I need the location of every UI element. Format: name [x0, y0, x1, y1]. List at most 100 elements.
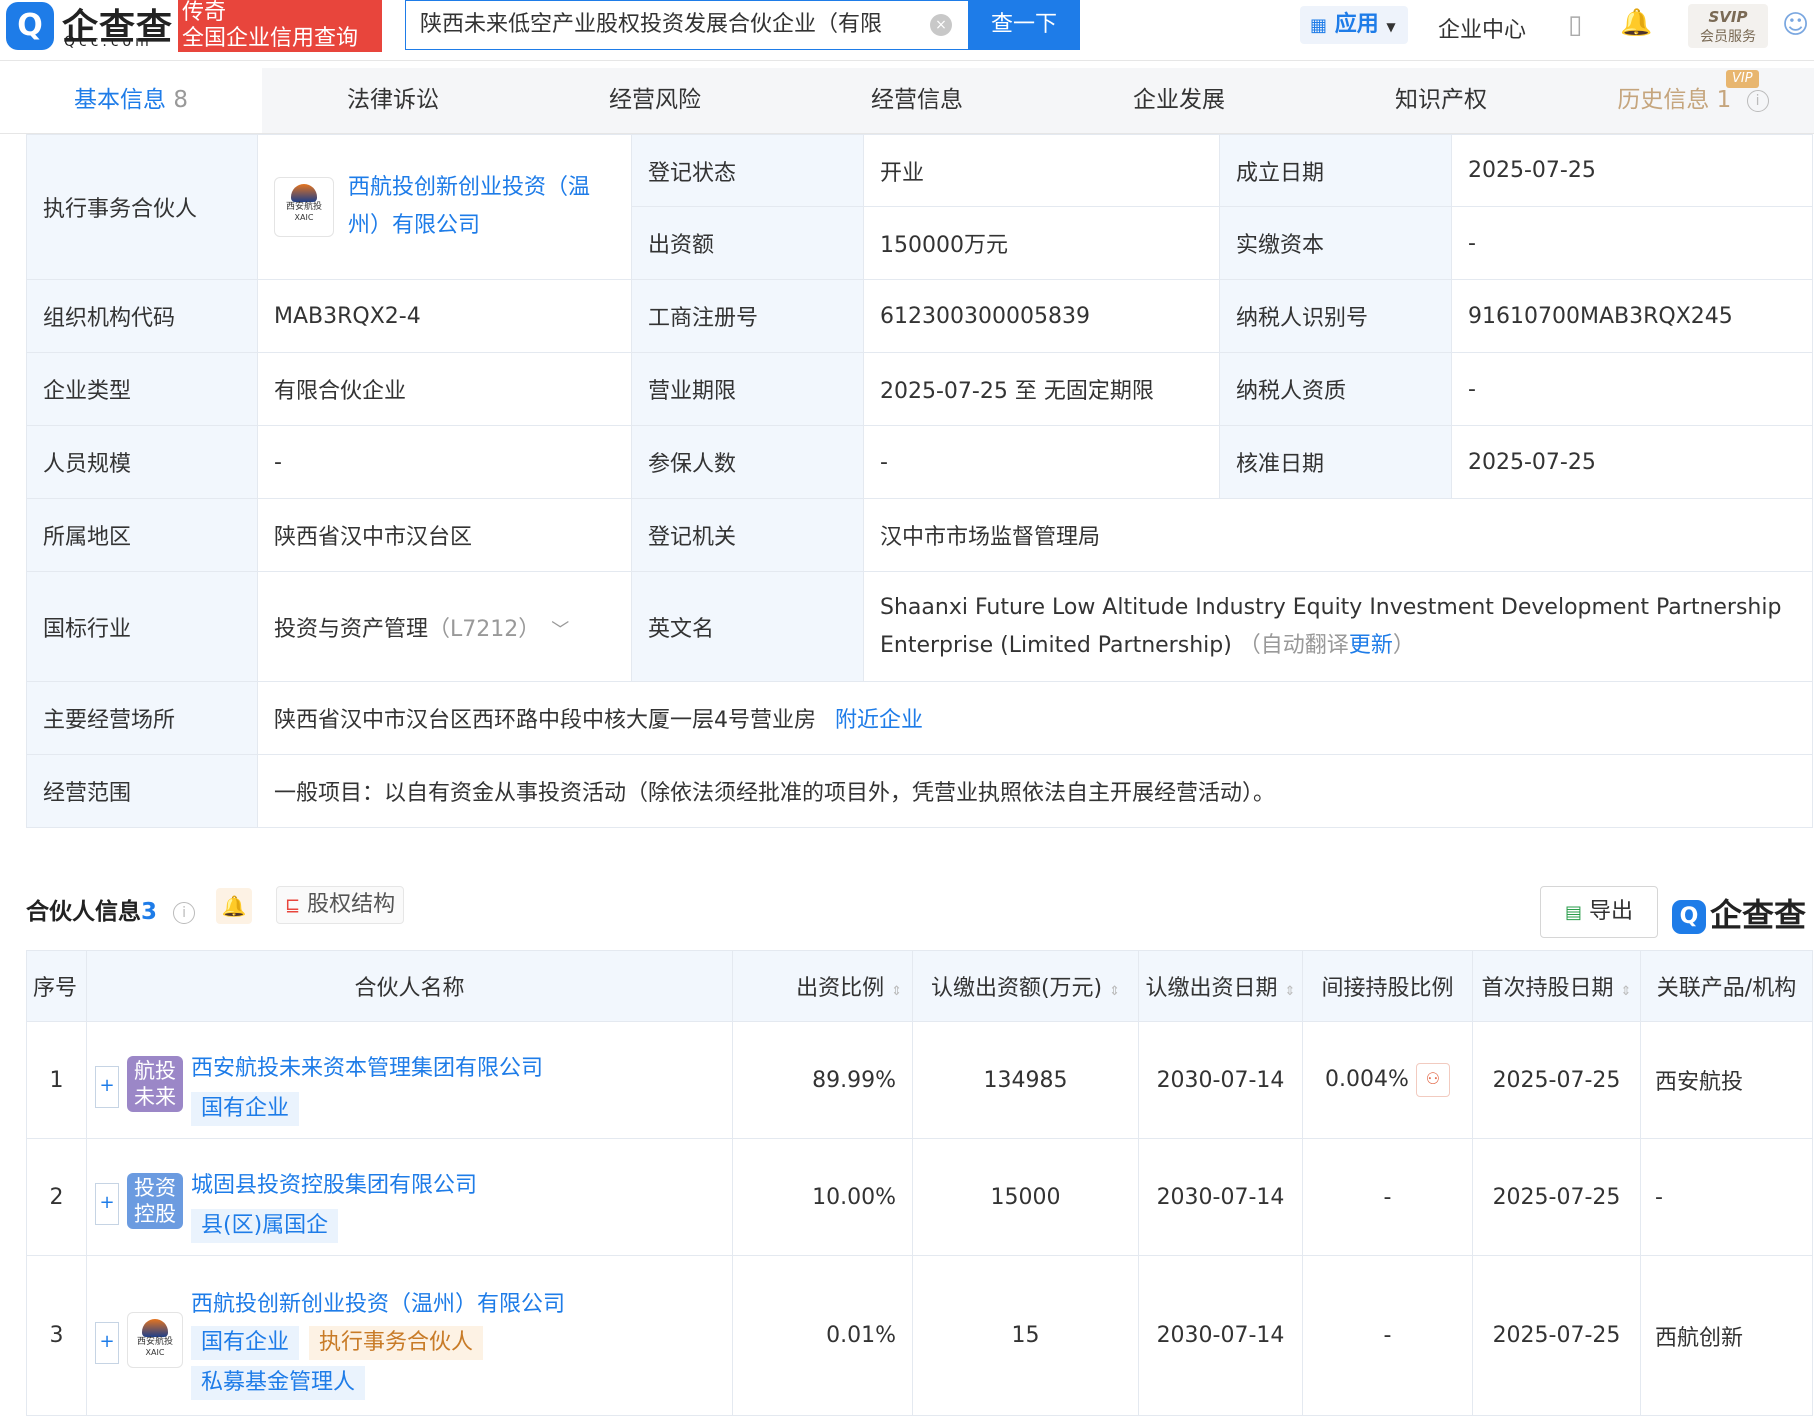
- svip-badge[interactable]: SVIP 会员服务: [1688, 4, 1768, 48]
- biz-reg-value: 612300300005839: [863, 279, 1220, 353]
- monitor-bell-icon[interactable]: 🔔: [216, 888, 252, 924]
- equity-structure-button[interactable]: ⊑ 股权结构: [276, 886, 405, 924]
- partner-name-link[interactable]: 城固县投资控股集团有限公司: [191, 1167, 477, 1199]
- user-avatar-icon[interactable]: ☺: [1782, 10, 1809, 40]
- industry-value: 投资与资产管理: [274, 616, 429, 642]
- founded-value: 2025-07-25: [1451, 134, 1813, 207]
- logo-sub: XAIC: [294, 213, 314, 222]
- product-link[interactable]: 西安航投: [1640, 1021, 1813, 1139]
- indirect-value: 0.004%: [1325, 1067, 1409, 1092]
- col-first-date[interactable]: 首次持股日期 ⇕: [1472, 950, 1641, 1022]
- authority-value: 汉中市市场监督管理局: [863, 498, 1813, 572]
- en-name-label: 英文名: [631, 571, 864, 682]
- ratio-value: 10.00%: [732, 1138, 913, 1256]
- expand-plus-icon[interactable]: +: [95, 1183, 119, 1225]
- tab-development[interactable]: 企业发展: [1048, 68, 1310, 133]
- indirect-value: -: [1302, 1138, 1473, 1256]
- region-label: 所属地区: [26, 498, 258, 572]
- col-amount[interactable]: 认缴出资额(万元) ⇕: [912, 950, 1139, 1022]
- sort-icon: ⇕: [891, 984, 902, 999]
- en-name-note-suffix: ）: [1392, 632, 1415, 658]
- col-date-label: 认缴出资日期: [1145, 976, 1278, 1001]
- expand-plus-icon[interactable]: +: [95, 1321, 119, 1364]
- amount-value: 15: [912, 1255, 1139, 1416]
- en-name-note-prefix: （自动翻译: [1238, 632, 1349, 658]
- promo-banner[interactable]: 传奇 全国企业信用查询: [178, 0, 382, 52]
- en-name-cell: Shaanxi Future Low Altitude Industry Equ…: [863, 571, 1813, 682]
- tab-risk[interactable]: 经营风险: [524, 68, 786, 133]
- logo-globe-icon: [142, 1318, 168, 1337]
- row-no: 2: [26, 1138, 87, 1256]
- sort-icon: ⇕: [1109, 984, 1121, 999]
- tab-count: 1: [1716, 87, 1732, 113]
- expand-plus-icon[interactable]: +: [95, 1066, 119, 1108]
- date-value: 2030-07-14: [1138, 1255, 1303, 1416]
- search-button[interactable]: 查一下: [968, 0, 1080, 50]
- export-button[interactable]: ▤ 导出: [1540, 886, 1658, 938]
- row-no: 3: [26, 1255, 87, 1416]
- partner-name-link[interactable]: 西安航投未来资本管理集团有限公司: [191, 1050, 543, 1082]
- exec-partner-logo[interactable]: 西安航投 XAIC: [274, 177, 334, 237]
- promo-line1: 传奇: [182, 0, 227, 25]
- region-value: 陕西省汉中市汉台区: [257, 498, 632, 572]
- capital-value: 150000万元: [863, 206, 1220, 280]
- industry-cell[interactable]: 投资与资产管理（L7212） ﹀: [257, 571, 632, 682]
- org-code-label: 组织机构代码: [26, 279, 258, 353]
- penetration-icon[interactable]: ⚇: [1415, 1063, 1450, 1097]
- insured-label: 参保人数: [631, 425, 864, 499]
- logo-text: 西安航投: [136, 1336, 173, 1347]
- tab-basic-info[interactable]: 基本信息 8: [0, 68, 262, 133]
- nearby-companies-link[interactable]: 附近企业: [835, 708, 923, 733]
- info-icon[interactable]: i: [1746, 89, 1769, 112]
- en-name-update-link[interactable]: 更新: [1349, 633, 1393, 658]
- chevron-down-icon[interactable]: ﹀: [551, 620, 569, 641]
- type-label: 企业类型: [26, 352, 258, 426]
- exec-partner-link[interactable]: 西航投创新创业投资（温州）有限公司: [348, 169, 615, 245]
- partner-avatar[interactable]: 投资 控股: [127, 1173, 183, 1229]
- paid-capital-value: -: [1451, 206, 1813, 280]
- partners-count: 3: [141, 899, 158, 925]
- reg-status-label: 登记状态: [631, 134, 864, 207]
- caret-down-icon: ▼: [1386, 20, 1396, 34]
- svip-sub: 会员服务: [1700, 29, 1756, 45]
- product-link[interactable]: 西航创新: [1640, 1255, 1813, 1416]
- col-date[interactable]: 认缴出资日期 ⇕: [1138, 950, 1303, 1022]
- first-date-value: 2025-07-25: [1472, 1138, 1641, 1256]
- approved-label: 核准日期: [1219, 425, 1452, 499]
- vip-badge: VIP: [1726, 70, 1759, 88]
- bell-icon[interactable]: 🔔: [1620, 8, 1652, 38]
- org-code-value: MAB3RQX2-4: [257, 279, 632, 353]
- partner-name-link[interactable]: 西航投创新创业投资（温州）有限公司: [191, 1286, 565, 1318]
- partner-cell: + 西安航投 XAIC 西航投创新创业投资（温州）有限公司 国有企业 执行事务合伙…: [86, 1255, 733, 1416]
- col-amount-label: 认缴出资额(万元): [930, 976, 1103, 1001]
- industry-code: （L7212）: [428, 616, 541, 642]
- search-input[interactable]: 陕西未来低空产业股权投资发展合伙企业（有限: [405, 0, 968, 50]
- partner-avatar[interactable]: 西安航投 XAIC: [127, 1311, 183, 1368]
- table-row: 2 + 投资 控股 城固县投资控股集团有限公司 县(区)属国企 10.00% 15…: [26, 1138, 1813, 1256]
- tab-ip[interactable]: 知识产权: [1310, 68, 1572, 133]
- mobile-icon[interactable]: ▯: [1568, 10, 1582, 40]
- col-ratio[interactable]: 出资比例 ⇕: [732, 950, 913, 1022]
- app-menu-label: 应用: [1334, 12, 1379, 37]
- partners-title: 合伙人信息: [26, 899, 141, 925]
- capital-label: 出资额: [631, 206, 864, 280]
- ratio-value: 0.01%: [732, 1255, 913, 1416]
- scope-value: 一般项目：以自有资金从事投资活动（除依法须经批准的项目外，凭营业执照依法自主开展…: [257, 754, 1813, 828]
- app-menu-button[interactable]: ▦ 应用 ▼: [1300, 6, 1408, 44]
- partner-avatar[interactable]: 航投 未来: [127, 1056, 183, 1112]
- qcc-logo-icon[interactable]: Q: [6, 2, 54, 50]
- tab-operations[interactable]: 经营信息: [786, 68, 1048, 133]
- tax-qual-value: -: [1451, 352, 1813, 426]
- tab-legal[interactable]: 法律诉讼: [262, 68, 524, 133]
- tab-history[interactable]: 历史信息 1 i: [1572, 68, 1814, 133]
- staff-label: 人员规模: [26, 425, 258, 499]
- structure-icon: ⊑: [285, 895, 301, 916]
- address-label: 主要经营场所: [26, 681, 258, 755]
- info-icon[interactable]: i: [173, 901, 196, 924]
- address-value: 陕西省汉中市汉台区西环路中段中核大厦一层4号营业房: [274, 708, 816, 733]
- basic-info-table: 执行事务合伙人 西安航投 XAIC 西航投创新创业投资（温州）有限公司 登记状态…: [26, 134, 1813, 828]
- tag-state-owned: 国有企业: [191, 1325, 300, 1360]
- enterprise-center-link[interactable]: 企业中心: [1438, 12, 1526, 44]
- first-date-value: 2025-07-25: [1472, 1021, 1641, 1139]
- clear-search-icon[interactable]: ×: [930, 14, 952, 36]
